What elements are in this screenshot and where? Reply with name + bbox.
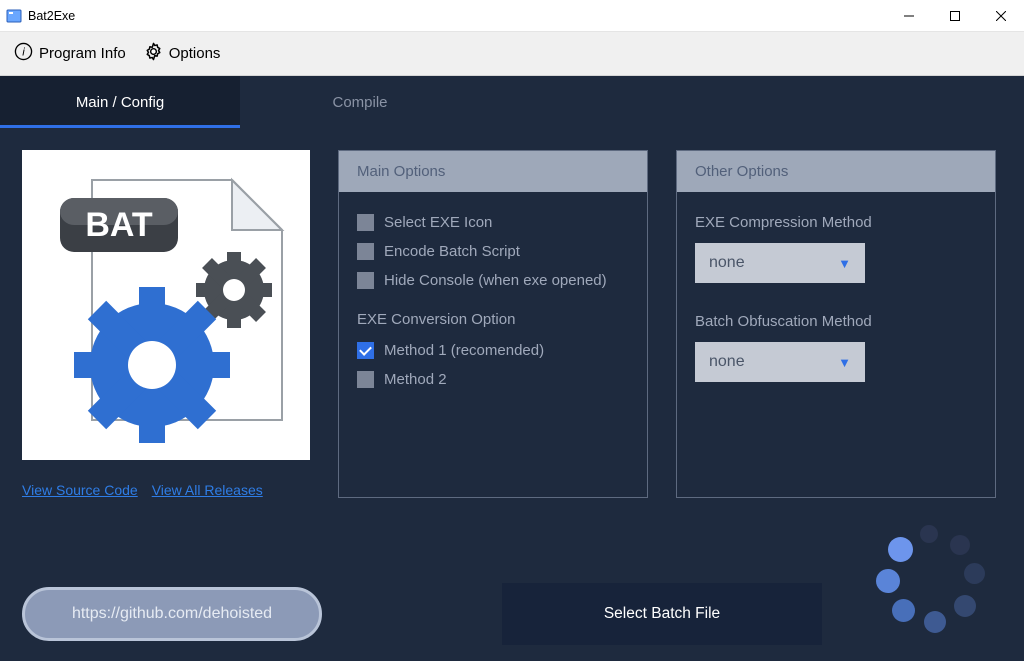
svg-text:i: i [22, 46, 25, 58]
titlebar-left: Bat2Exe [6, 8, 75, 24]
tab-main-config[interactable]: Main / Config [0, 76, 240, 128]
loading-spinner-icon [874, 525, 984, 635]
check-method-2[interactable]: Method 2 [357, 371, 629, 388]
panel-main-body: Select EXE Icon Encode Batch Script Hide… [339, 192, 647, 414]
select-batch-file-button[interactable]: Select Batch File [502, 583, 822, 645]
svg-text:BAT: BAT [85, 206, 153, 244]
options-button[interactable]: Options [144, 42, 221, 65]
check-encode-batch-script[interactable]: Encode Batch Script [357, 243, 629, 260]
checkbox-icon [357, 214, 374, 231]
select-file-label: Select Batch File [604, 605, 720, 623]
compression-value: none [709, 254, 745, 272]
tab-strip: Main / Config Compile [0, 76, 1024, 128]
github-url-pill[interactable]: https://github.com/dehoisted [22, 587, 322, 641]
checkbox-icon [357, 272, 374, 289]
panel-other-options: Other Options EXE Compression Method non… [676, 150, 996, 498]
check-label: Select EXE Icon [384, 214, 492, 231]
app-body: Main / Config Compile [0, 76, 1024, 661]
tab-main-label: Main / Config [76, 94, 164, 111]
checkbox-icon [357, 371, 374, 388]
window-title: Bat2Exe [28, 9, 75, 23]
titlebar: Bat2Exe [0, 0, 1024, 32]
obfuscation-select[interactable]: none ▼ [695, 342, 865, 382]
check-label: Method 1 (recomended) [384, 342, 544, 359]
tab-compile[interactable]: Compile [240, 76, 480, 128]
app-icon [6, 8, 22, 24]
content-row: BAT [22, 150, 996, 498]
checkbox-icon [357, 243, 374, 260]
close-button[interactable] [978, 0, 1024, 31]
content-area: BAT [0, 128, 1024, 661]
check-label: Hide Console (when exe opened) [384, 272, 607, 289]
github-url-text: https://github.com/dehoisted [72, 605, 272, 623]
compression-label: EXE Compression Method [695, 214, 977, 231]
program-info-button[interactable]: i Program Info [14, 42, 126, 65]
check-hide-console[interactable]: Hide Console (when exe opened) [357, 272, 629, 289]
conversion-option-label: EXE Conversion Option [357, 311, 629, 328]
toolbar: i Program Info Options [0, 32, 1024, 76]
bottom-row: https://github.com/dehoisted Select Batc… [22, 587, 996, 641]
gear-icon [144, 42, 163, 65]
check-select-exe-icon[interactable]: Select EXE Icon [357, 214, 629, 231]
chevron-down-icon: ▼ [838, 256, 851, 271]
tab-compile-label: Compile [332, 94, 387, 111]
bat-file-graphic: BAT [22, 150, 310, 460]
panel-main-header: Main Options [339, 151, 647, 192]
program-info-label: Program Info [39, 45, 126, 62]
left-column: BAT [22, 150, 310, 498]
link-view-source[interactable]: View Source Code [22, 482, 138, 498]
info-icon: i [14, 42, 33, 65]
check-label: Encode Batch Script [384, 243, 520, 260]
window-buttons [886, 0, 1024, 31]
panel-main-options: Main Options Select EXE Icon Encode Batc… [338, 150, 648, 498]
left-links: View Source Code View All Releases [22, 482, 310, 498]
checkbox-icon [357, 342, 374, 359]
panel-other-header: Other Options [677, 151, 995, 192]
obfuscation-value: none [709, 353, 745, 371]
minimize-button[interactable] [886, 0, 932, 31]
maximize-button[interactable] [932, 0, 978, 31]
link-view-releases[interactable]: View All Releases [152, 482, 263, 498]
options-label: Options [169, 45, 221, 62]
panel-other-body: EXE Compression Method none ▼ Batch Obfu… [677, 192, 995, 408]
chevron-down-icon: ▼ [838, 355, 851, 370]
check-label: Method 2 [384, 371, 447, 388]
obfuscation-label: Batch Obfuscation Method [695, 313, 977, 330]
check-method-1[interactable]: Method 1 (recomended) [357, 342, 629, 359]
compression-select[interactable]: none ▼ [695, 243, 865, 283]
